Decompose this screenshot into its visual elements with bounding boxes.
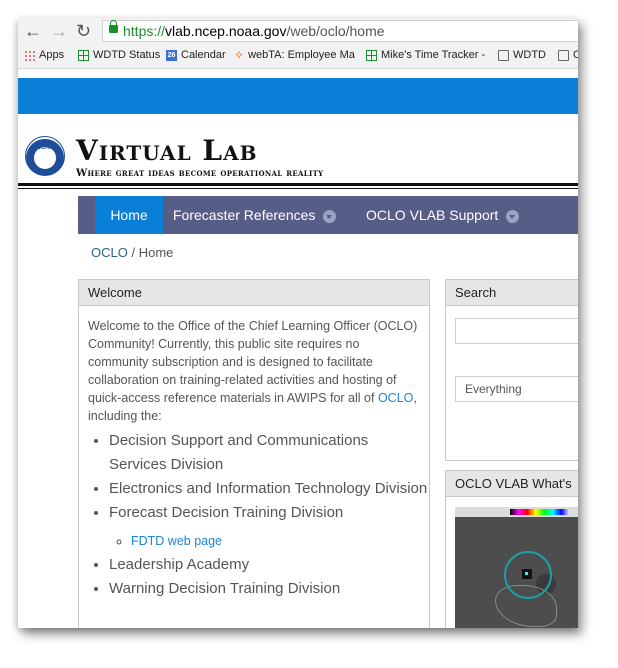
header-divider: [18, 183, 578, 186]
sheet-icon: [78, 49, 89, 61]
main-nav: Home Forecaster References OCLO VLAB Sup…: [78, 196, 578, 234]
dots-icon: ✧: [234, 47, 245, 62]
list-item: Electronics and Information Technology D…: [109, 477, 429, 501]
chevron-down-icon: [506, 209, 520, 223]
map-marker: [522, 569, 532, 579]
map-color-scale: [510, 509, 570, 515]
nav-home[interactable]: Home: [95, 196, 163, 234]
calendar-icon: 26: [166, 49, 177, 61]
search-panel: Search Everything: [445, 279, 578, 461]
bookmark-wdtd[interactable]: WDTD: [498, 49, 546, 61]
sheet-icon: [366, 49, 377, 61]
list-item: FDTD web page: [131, 529, 429, 553]
list-item: Leadership Academy: [109, 553, 429, 577]
url-path: /web/oclo/home: [286, 23, 385, 39]
search-heading: Search: [446, 280, 578, 306]
url-scheme: https://: [123, 23, 166, 39]
url-host: vlab.ncep.noaa.gov: [165, 23, 287, 39]
site-title: Virtual Lab: [76, 134, 258, 167]
bookmark-webta[interactable]: ✧ webTA: Employee Ma: [234, 47, 355, 62]
welcome-panel: Welcome Welcome to the Office of the Chi…: [78, 279, 430, 628]
nav-forecaster-references[interactable]: Forecaster References: [173, 196, 337, 234]
sub-list: FDTD web page: [109, 529, 429, 553]
oclo-link[interactable]: OCLO: [378, 391, 413, 405]
back-arrow-icon[interactable]: ←: [24, 20, 42, 42]
whats-new-panel: OCLO VLAB What's: [445, 470, 578, 628]
welcome-heading: Welcome: [79, 280, 429, 306]
fdtd-web-page-link[interactable]: FDTD web page: [131, 534, 222, 548]
lock-icon: [109, 20, 118, 33]
forward-arrow-icon[interactable]: →: [50, 20, 68, 42]
list-item: Decision Support and Communications Serv…: [109, 429, 429, 477]
bookmarks-bar: Apps WDTD Status 26 Calendar ✧ webTA: Em…: [18, 44, 578, 69]
site-top-bar: [18, 78, 578, 114]
noaa-logo[interactable]: [25, 136, 65, 176]
welcome-intro: Welcome to the Office of the Chief Learn…: [88, 319, 418, 423]
bookmark-calendar[interactable]: 26 Calendar: [166, 49, 226, 61]
bookmark-overflow[interactable]: O: [558, 49, 578, 61]
breadcrumb-separator: /: [131, 245, 136, 260]
division-list: Decision Support and Communications Serv…: [79, 429, 429, 601]
browser-window: ← → ↻ https://vlab.ncep.noaa.gov/web/ocl…: [18, 18, 578, 628]
header-divider-thin: [18, 188, 578, 189]
document-icon: [558, 49, 569, 61]
list-item: Forecast Decision Training Division FDTD…: [109, 501, 429, 553]
bookmark-time-tracker[interactable]: Mike's Time Tracker -: [366, 49, 485, 61]
bookmark-apps[interactable]: Apps: [24, 49, 64, 61]
url-field[interactable]: https://vlab.ncep.noaa.gov/web/oclo/home: [102, 20, 578, 42]
noaa-logo-text: NOAA: [36, 145, 54, 151]
whats-new-heading: OCLO VLAB What's: [446, 471, 578, 497]
site-tagline: Where great ideas become operational rea…: [76, 168, 324, 179]
list-item: Warning Decision Training Division: [109, 577, 429, 601]
breadcrumb: OCLO / Home: [91, 245, 173, 260]
apps-grid-icon: [24, 49, 35, 61]
chevron-down-icon: [323, 209, 337, 223]
document-icon: [498, 49, 509, 61]
breadcrumb-current: Home: [138, 245, 174, 260]
radar-map-image[interactable]: [455, 507, 578, 628]
search-scope-select[interactable]: Everything: [455, 376, 578, 402]
nav-oclo-vlab-support[interactable]: OCLO VLAB Support: [366, 196, 520, 234]
address-bar: ← → ↻ https://vlab.ncep.noaa.gov/web/ocl…: [18, 18, 578, 44]
bookmark-wdtd-status[interactable]: WDTD Status: [78, 49, 160, 61]
reload-icon[interactable]: ↻: [76, 20, 91, 42]
breadcrumb-oclo-link[interactable]: OCLO: [91, 245, 128, 260]
search-input[interactable]: [455, 318, 578, 344]
